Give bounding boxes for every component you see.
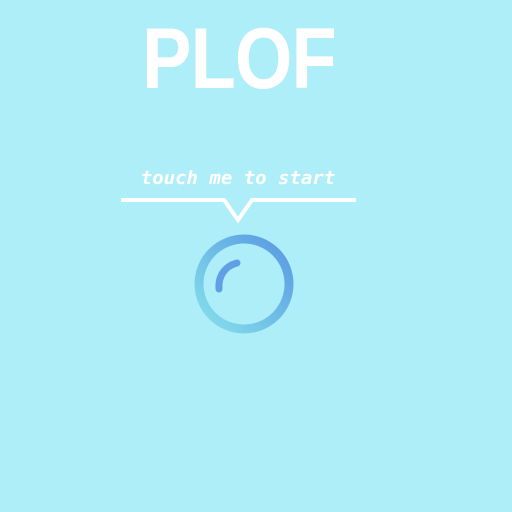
game-title: PLOF <box>142 11 337 107</box>
start-bubble-button[interactable] <box>190 231 298 339</box>
bubble-icon <box>194 234 294 334</box>
bubble-highlight-icon <box>215 259 241 293</box>
start-prompt: touch me to start <box>140 167 336 189</box>
speech-pointer-icon <box>121 198 356 224</box>
